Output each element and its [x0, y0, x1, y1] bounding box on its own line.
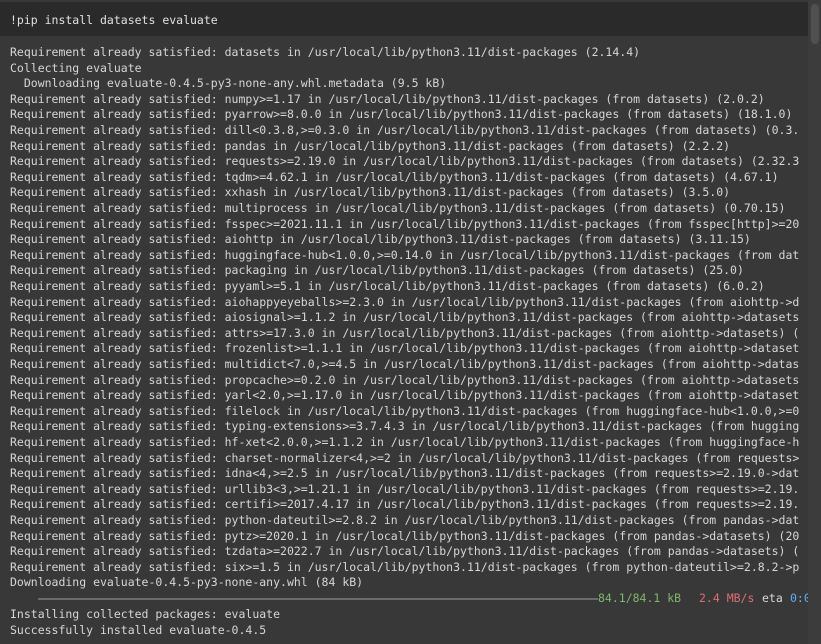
output-line: Requirement already satisfied: tzdata>=2…	[10, 544, 800, 559]
output-line: Downloading evaluate-0.4.5-py3-none-any.…	[10, 76, 447, 91]
output-line: Requirement already satisfied: requests>…	[10, 154, 800, 169]
output-line: Requirement already satisfied: multiproc…	[10, 201, 786, 215]
output-line: Requirement already satisfied: xxhash in…	[10, 185, 731, 200]
cell-output: Requirement already satisfied: datasets …	[0, 43, 808, 644]
output-line: Requirement already satisfied: packaging…	[10, 263, 744, 278]
scrollbar-thumb[interactable]	[811, 4, 819, 44]
progress-bar	[38, 598, 598, 600]
output-line: Requirement already satisfied: urllib3<3…	[10, 481, 800, 496]
output-line: Requirement already satisfied: datasets …	[10, 45, 641, 59]
output-line: Requirement already satisfied: aiohappye…	[10, 294, 800, 309]
output-line: Requirement already satisfied: frozenlis…	[10, 341, 800, 356]
progress-eta: 0:00	[790, 591, 808, 605]
output-line: Requirement already satisfied: pyarrow>=…	[10, 107, 793, 122]
output-line: Requirement already satisfied: tqdm>=4.6…	[10, 169, 779, 184]
output-line: Collecting evaluate	[10, 60, 142, 75]
notebook-cell: !pip install datasets evaluate Requireme…	[0, 0, 821, 644]
output-line: Requirement already satisfied: propcache…	[10, 372, 800, 387]
output-line: Requirement already satisfied: pandas in…	[10, 138, 731, 153]
output-line: Requirement already satisfied: aiohttp i…	[10, 232, 751, 247]
output-line: Requirement already satisfied: typing-ex…	[10, 419, 800, 434]
output-line: Requirement already satisfied: attrs>=17…	[10, 325, 800, 340]
output-line: Requirement already satisfied: fsspec>=2…	[10, 216, 800, 231]
scrollbar[interactable]	[808, 0, 821, 644]
output-line: Requirement already satisfied: numpy>=1.…	[10, 91, 765, 106]
output-line: Requirement already satisfied: certifi>=…	[10, 497, 800, 512]
output-line: Successfully installed evaluate-0.4.5	[10, 622, 267, 637]
output-line: Requirement already satisfied: dill<0.3.…	[10, 123, 800, 137]
output-line: Requirement already satisfied: aiosignal…	[10, 310, 800, 325]
output-line: Requirement already satisfied: yarl<2.0,…	[10, 388, 800, 403]
output-line: Requirement already satisfied: filelock …	[10, 403, 800, 418]
output-line: Requirement already satisfied: hf-xet<2.…	[10, 435, 800, 449]
progress-eta-label: eta	[762, 591, 783, 605]
output-line: Downloading evaluate-0.4.5-py3-none-any.…	[10, 575, 364, 590]
output-line: Requirement already satisfied: python-da…	[10, 513, 800, 527]
progress-amount: 84.1/84.1 kB	[598, 591, 682, 605]
output-line: Requirement already satisfied: pytz>=202…	[10, 528, 800, 543]
output-line: Installing collected packages: evaluate	[10, 607, 281, 622]
output-line: Requirement already satisfied: pyyaml>=5…	[10, 279, 765, 293]
output-line: Requirement already satisfied: idna<4,>=…	[10, 466, 800, 481]
command-text[interactable]: !pip install datasets evaluate	[10, 12, 218, 28]
output-line: Requirement already satisfied: huggingfa…	[10, 247, 800, 262]
progress-bar-fill	[38, 598, 598, 600]
output-line: Requirement already satisfied: multidict…	[10, 357, 800, 371]
code-input[interactable]: !pip install datasets evaluate	[0, 2, 808, 36]
progress-speed: 2.4 MB/s	[699, 591, 755, 605]
output-line: Requirement already satisfied: six>=1.5 …	[10, 559, 800, 574]
download-progress: 84.1/84.1 kB 2.4 MB/s eta 0:00	[10, 591, 808, 607]
output-line: Requirement already satisfied: charset-n…	[10, 450, 800, 465]
